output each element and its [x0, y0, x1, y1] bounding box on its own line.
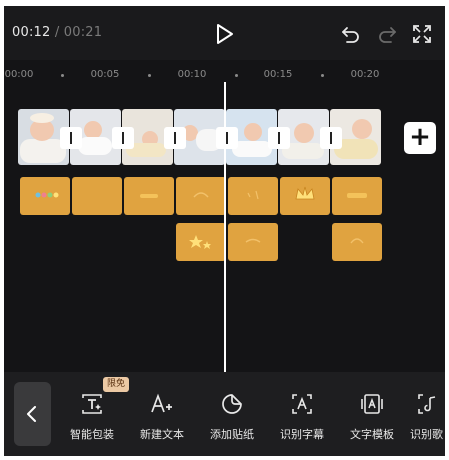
ruler-dot: [148, 74, 151, 77]
transition-button[interactable]: [268, 127, 290, 149]
transition-button[interactable]: [112, 127, 134, 149]
sticker-thumb-icon: [193, 192, 209, 198]
sticker-clip[interactable]: [332, 177, 382, 215]
back-button[interactable]: [14, 382, 51, 446]
sticker-clip[interactable]: [176, 177, 226, 215]
transition-button[interactable]: [164, 127, 186, 149]
video-editor: 00:12 / 00:21 00:00 00:05 00:10 00:15 00…: [4, 6, 445, 456]
sticker-thumb-icon: [350, 238, 364, 244]
tool-recognize-subtitle[interactable]: 识别字幕: [272, 388, 332, 446]
sticker-clip[interactable]: [228, 177, 278, 215]
sticker-thumb-icon: [245, 238, 261, 243]
sticker-thumb-icon: [347, 193, 367, 198]
play-icon[interactable]: [212, 22, 236, 46]
transition-button[interactable]: [60, 127, 82, 149]
star-icon: [189, 235, 211, 249]
time-separator: /: [54, 25, 60, 40]
recognize-subtitle-icon: [292, 394, 312, 414]
tool-label: 文字模板: [350, 428, 394, 441]
crown-icon: [295, 186, 315, 200]
tool-label: 智能包装: [70, 428, 114, 441]
tool-recognize-lyrics[interactable]: 识别歌: [408, 388, 445, 446]
transition-button[interactable]: [216, 127, 238, 149]
total-time: 00:21: [63, 25, 103, 40]
tool-label: 新建文本: [140, 428, 184, 441]
ruler-label: 00:05: [90, 69, 120, 80]
sticker-clip[interactable]: [72, 177, 122, 215]
playhead[interactable]: [224, 82, 226, 374]
ruler-dot: [61, 74, 64, 77]
sticker-thumb-icon: [140, 194, 158, 198]
add-sticker-icon: [222, 394, 242, 414]
ruler-label: 00:00: [4, 69, 34, 80]
ruler-label: 00:10: [177, 69, 207, 80]
sticker-clip[interactable]: [20, 177, 70, 215]
bottom-toolbar: 智能包装 新建文本 添加贴纸 识别字幕 文字模板 识别歌: [4, 372, 445, 456]
add-clip-button[interactable]: +: [404, 122, 436, 154]
text-template-icon: [361, 394, 383, 414]
ruler-label: 00:20: [350, 69, 380, 80]
tool-text-template[interactable]: 文字模板: [342, 388, 402, 446]
tool-new-text[interactable]: 新建文本: [132, 388, 192, 446]
chevron-left-icon: [27, 406, 36, 422]
tool-smart-pack[interactable]: 智能包装: [62, 388, 122, 446]
sticker-thumb-icon: [35, 192, 59, 198]
time-display: 00:12 / 00:21: [12, 25, 102, 40]
tool-label: 识别字幕: [280, 428, 324, 441]
tool-label: 添加贴纸: [210, 428, 254, 441]
transition-button[interactable]: [320, 127, 342, 149]
sticker-thumb-icon: [247, 190, 259, 200]
sticker-clip[interactable]: [176, 223, 226, 261]
redo-icon[interactable]: [377, 25, 397, 43]
fullscreen-icon[interactable]: [412, 24, 432, 44]
current-time: 00:12: [12, 25, 51, 40]
tool-label: 识别歌: [410, 428, 443, 441]
free-badge: 限免: [103, 377, 130, 392]
sticker-clip[interactable]: [228, 223, 278, 261]
ruler-dot: [235, 74, 238, 77]
sticker-clip[interactable]: [280, 177, 330, 215]
top-bar: 00:12 / 00:21: [4, 6, 445, 60]
tool-add-sticker[interactable]: 添加贴纸: [202, 388, 262, 446]
sticker-clip[interactable]: [124, 177, 174, 215]
sticker-clip[interactable]: [332, 223, 382, 261]
recognize-lyrics-icon: [418, 394, 436, 414]
undo-icon[interactable]: [341, 25, 361, 43]
smart-pack-icon: [82, 394, 102, 414]
ruler-label: 00:15: [263, 69, 293, 80]
ruler-dot: [321, 74, 324, 77]
new-text-icon: [151, 393, 172, 413]
video-track: [18, 109, 382, 165]
